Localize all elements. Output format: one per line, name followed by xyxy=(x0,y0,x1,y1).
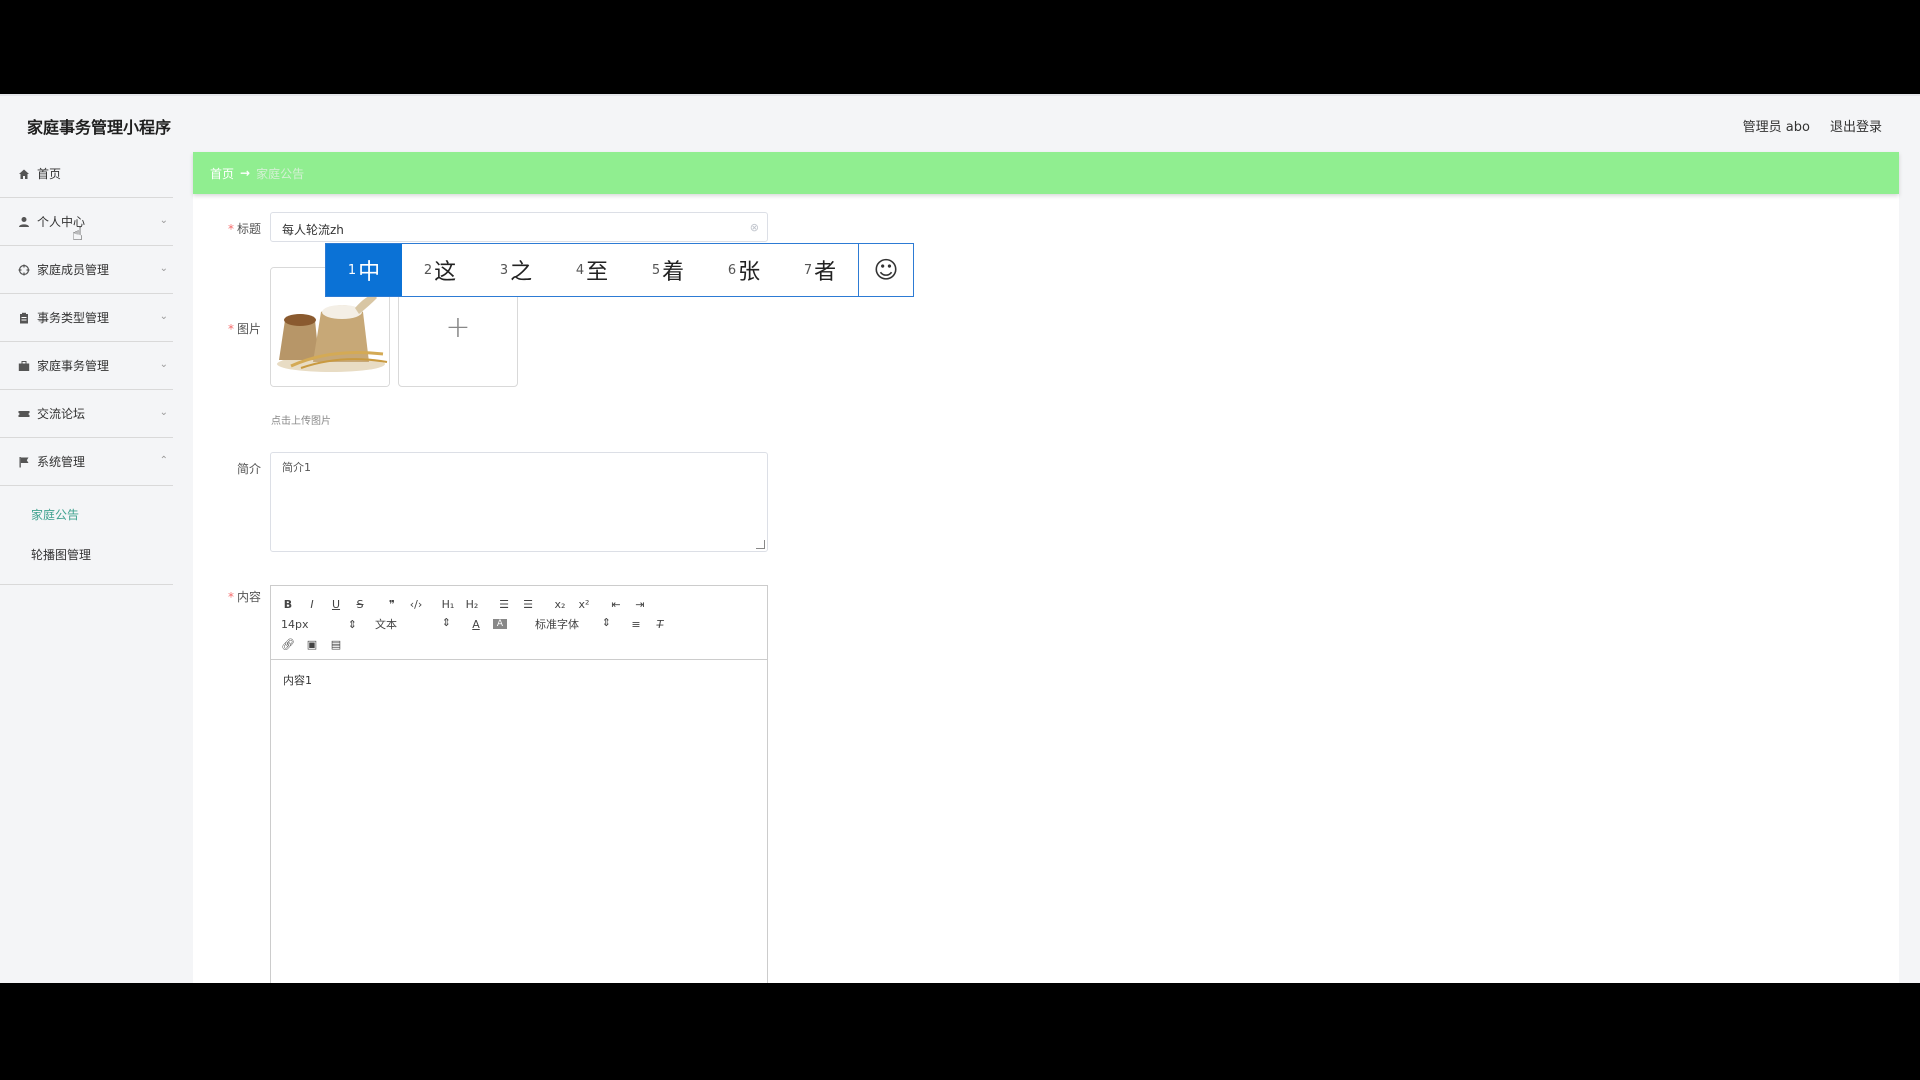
app-screen: 家庭事务管理小程序 管理员 abo 退出登录 首页 个人中心 ⌄ 家庭成员管理 … xyxy=(0,94,1920,983)
ime-candidate[interactable]: 5着 xyxy=(630,244,706,296)
indent-icon[interactable]: ⇥ xyxy=(633,598,647,611)
ime-candidate[interactable]: 7者 xyxy=(782,244,858,296)
sidebar-item-label: 家庭成员管理 xyxy=(37,263,110,277)
title-input[interactable]: 每人轮流zh ⊗ xyxy=(270,212,768,242)
image-label: * 图片 xyxy=(227,322,261,336)
align-icon[interactable]: ≡ xyxy=(629,618,643,631)
clear-format-icon[interactable]: T̶ xyxy=(653,618,667,631)
sidebar-item-label: 交流论坛 xyxy=(37,407,86,421)
content-label: * 内容 xyxy=(227,590,261,604)
font-color-icon[interactable]: A xyxy=(469,618,483,631)
sidebar-item-label: 系统管理 xyxy=(37,455,86,469)
video-icon[interactable]: ▤ xyxy=(329,638,343,651)
clipboard-icon xyxy=(18,312,30,324)
sidebar-item-forum[interactable]: 交流论坛 ⌄ xyxy=(0,390,173,438)
rich-text-editor: B I U S ❞ ‹/› H₁ H₂ ☰ ☰ x₂ x² ⇤ ⇥ 14px⇕ xyxy=(270,585,768,983)
title-label: * 标题 xyxy=(227,222,261,236)
home-icon xyxy=(18,168,30,180)
ime-candidate[interactable]: 6张 xyxy=(706,244,782,296)
flag-icon xyxy=(18,456,30,468)
bullet-list-icon[interactable]: ☰ xyxy=(521,598,535,611)
emoji-icon[interactable]: ☺ xyxy=(858,244,913,296)
bg-color-icon[interactable]: A xyxy=(493,619,507,629)
app-title: 家庭事务管理小程序 xyxy=(27,118,172,137)
select-arrows-icon: ⇕ xyxy=(601,616,611,629)
breadcrumb-home[interactable]: 首页 xyxy=(210,165,234,182)
outdent-icon[interactable]: ⇤ xyxy=(609,598,623,611)
select-arrows-icon: ⇕ xyxy=(347,617,357,631)
font-size-select[interactable]: 14px ⇕ xyxy=(281,618,357,631)
editor-toolbar: B I U S ❞ ‹/› H₁ H₂ ☰ ☰ x₂ x² ⇤ ⇥ 14px⇕ xyxy=(271,586,767,660)
briefcase-icon xyxy=(18,360,30,372)
submenu-item-family-notice[interactable]: 家庭公告 xyxy=(0,494,173,534)
admin-user[interactable]: 管理员 abo xyxy=(1743,116,1810,135)
breadcrumb: 首页 → 家庭公告 xyxy=(193,152,1899,194)
text-style-select[interactable]: 文本 ⇕ xyxy=(375,616,451,632)
select-arrows-icon: ⇕ xyxy=(441,616,451,629)
submenu-item-carousel[interactable]: 轮播图管理 xyxy=(0,534,173,574)
breadcrumb-separator: → xyxy=(240,166,251,180)
chevron-down-icon: ⌄ xyxy=(159,215,168,226)
sidebar-item-family-affairs[interactable]: 家庭事务管理 ⌄ xyxy=(0,342,173,390)
header-right: 管理员 abo 退出登录 xyxy=(1743,116,1882,135)
intro-value: 简介1 xyxy=(282,461,311,474)
chevron-up-icon: ⌃ xyxy=(159,455,168,466)
ime-candidate-bar: 1中 2这 3之 4至 5着 6张 7者 ☺ xyxy=(325,243,914,297)
title-input-value: 每人轮流zh xyxy=(282,223,344,237)
editor-body[interactable]: 内容1 xyxy=(271,660,767,700)
h2-icon[interactable]: H₂ xyxy=(465,598,479,611)
upload-hint: 点击上传图片 xyxy=(271,416,331,427)
underline-icon[interactable]: U xyxy=(329,598,343,611)
ordered-list-icon[interactable]: ☰ xyxy=(497,598,511,611)
ticket-icon xyxy=(18,408,30,420)
sidebar: 首页 个人中心 ⌄ 家庭成员管理 ⌄ 事务类型管理 ⌄ 家庭事务管理 ⌄ 交流论… xyxy=(0,150,173,585)
intro-textarea[interactable]: 简介1 xyxy=(270,452,768,552)
bold-icon[interactable]: B xyxy=(281,598,295,611)
chevron-down-icon: ⌄ xyxy=(159,263,168,274)
header: 家庭事务管理小程序 管理员 abo 退出登录 xyxy=(0,96,1920,152)
user-icon xyxy=(18,216,30,228)
clear-icon[interactable]: ⊗ xyxy=(750,221,759,234)
link-icon[interactable]: 🔗︎ xyxy=(281,638,295,651)
h1-icon[interactable]: H₁ xyxy=(441,598,455,611)
strike-icon[interactable]: S xyxy=(353,598,367,611)
hand-cursor-icon: ☝ xyxy=(72,224,83,245)
superscript-icon[interactable]: x² xyxy=(577,598,591,611)
resize-handle-icon[interactable] xyxy=(756,540,765,549)
sidebar-item-label: 家庭事务管理 xyxy=(37,359,110,373)
sidebar-item-affair-types[interactable]: 事务类型管理 ⌄ xyxy=(0,294,173,342)
image-icon[interactable]: ▣ xyxy=(305,638,319,651)
sidebar-item-system[interactable]: 系统管理 ⌃ xyxy=(0,438,173,486)
content-text: 内容1 xyxy=(283,674,312,687)
intro-label: 简介 xyxy=(236,462,261,476)
sidebar-item-label: 首页 xyxy=(37,167,62,181)
sidebar-item-personal-center[interactable]: 个人中心 ⌄ xyxy=(0,198,173,246)
chevron-down-icon: ⌄ xyxy=(159,407,168,418)
ime-candidate[interactable]: 3之 xyxy=(478,244,554,296)
logout-link[interactable]: 退出登录 xyxy=(1830,116,1882,135)
font-family-select[interactable]: 标准字体 ⇕ xyxy=(535,616,611,632)
ime-candidate[interactable]: 1中 xyxy=(326,244,402,296)
sidebar-item-home[interactable]: 首页 xyxy=(0,150,173,198)
sidebar-item-family-members[interactable]: 家庭成员管理 ⌄ xyxy=(0,246,173,294)
crosshair-icon xyxy=(18,264,30,276)
chevron-down-icon: ⌄ xyxy=(159,359,168,370)
code-icon[interactable]: ‹/› xyxy=(409,598,423,611)
ime-candidate[interactable]: 4至 xyxy=(554,244,630,296)
subscript-icon[interactable]: x₂ xyxy=(553,598,567,611)
chevron-down-icon: ⌄ xyxy=(159,311,168,322)
plus-icon: + xyxy=(445,309,471,345)
sidebar-item-label: 事务类型管理 xyxy=(37,311,110,325)
quote-icon[interactable]: ❞ xyxy=(385,598,399,611)
submenu-system: 家庭公告 轮播图管理 xyxy=(0,486,173,585)
ime-candidate[interactable]: 2这 xyxy=(402,244,478,296)
breadcrumb-current: 家庭公告 xyxy=(256,166,305,181)
italic-icon[interactable]: I xyxy=(305,598,319,611)
